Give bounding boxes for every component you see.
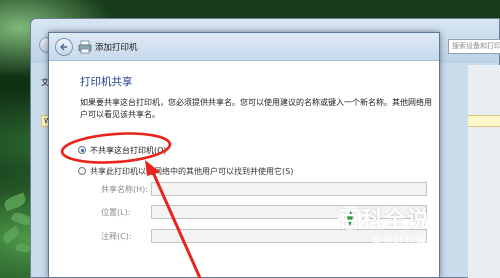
leaf-decoration <box>15 242 31 254</box>
option-no-share-label: 不共享这台打印机(O) <box>90 145 167 155</box>
leaf-decoration <box>0 225 22 245</box>
radio-share[interactable] <box>78 167 86 175</box>
window-right-pane <box>468 65 500 278</box>
location-label: 位置(L): <box>101 208 131 217</box>
radio-no-share[interactable] <box>78 146 86 154</box>
dialog-titlebar: 添加打印机 <box>49 33 439 61</box>
share-description: 如果要共享这台打印机，您必须提供共享名。您可以使用建议的名称或键入一个新名称。其… <box>80 98 432 119</box>
search-input[interactable]: 搜索设备和打印机 <box>448 39 500 54</box>
printer-icon <box>78 40 92 54</box>
comment-label: 注释(C): <box>101 232 132 241</box>
share-name-input[interactable] <box>151 182 427 196</box>
watermark-subtitle: 助你轻松解决 <box>372 236 438 247</box>
back-arrow-icon <box>60 43 67 51</box>
leaf-decoration <box>2 192 28 212</box>
watermark-title: 百科全说 <box>338 208 431 233</box>
option-share[interactable]: 共享此打印机以便网络中的其他用户可以找到并使用它(S) <box>78 165 293 177</box>
option-share-label: 共享此打印机以便网络中的其他用户可以找到并使用它(S) <box>90 166 294 176</box>
share-name-label: 共享名称(H): <box>101 185 148 194</box>
dialog-back-button[interactable] <box>55 38 73 56</box>
option-no-share[interactable]: 不共享这台打印机(O) <box>78 144 167 156</box>
section-title: 打印机共享 <box>80 76 133 88</box>
dialog-title: 添加打印机 <box>95 43 138 53</box>
info-bar-right <box>468 115 500 127</box>
